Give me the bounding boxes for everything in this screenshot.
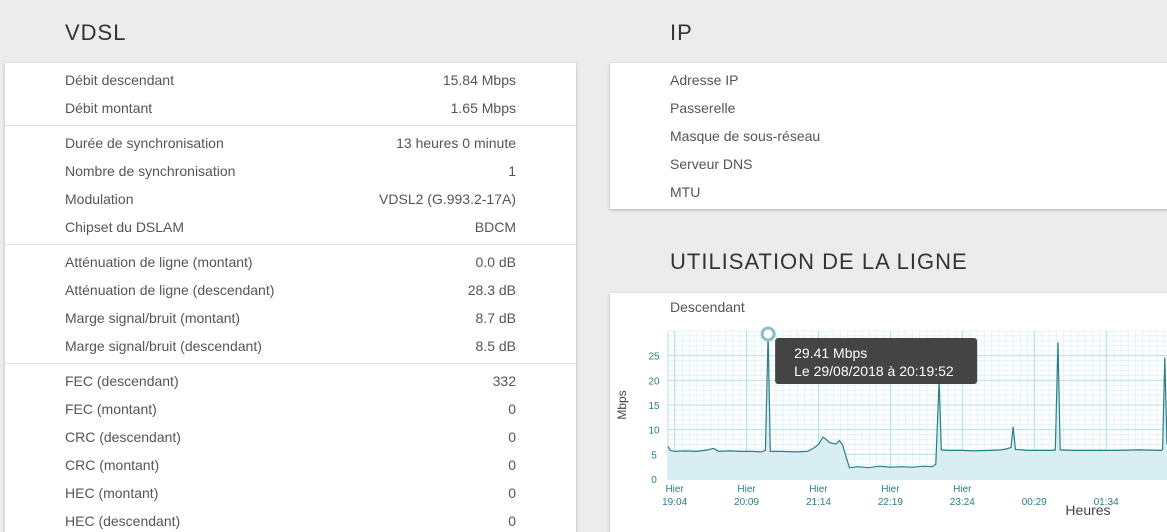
vdsl-row-value: 1 (508, 163, 516, 179)
y-tick-label: 0 (651, 475, 657, 486)
ip-card: Adresse IP Passerelle Masque de sous-résea… (610, 63, 1167, 209)
vdsl-row-value: 13 heures 0 minute (396, 135, 516, 151)
vdsl-row: CRC (descendant) 0 (5, 423, 576, 451)
ip-row-label: Serveur DNS (670, 156, 753, 172)
vdsl-row-label: Débit descendant (65, 72, 174, 88)
vdsl-group: Débit descendant 15.84 Mbps Débit montant 1… (5, 63, 576, 125)
vdsl-row: Modulation VDSL2 (G.993.2-17A) (5, 185, 576, 213)
x-tick-label: Hier (737, 484, 756, 495)
vdsl-row: Chipset du DSLAM BDCM (5, 213, 576, 241)
vdsl-row-label: Débit montant (65, 100, 153, 116)
x-tick-label: Hier (809, 484, 828, 495)
vdsl-group: FEC (descendant) 332 FEC (montant) 0 CRC (de… (5, 363, 576, 532)
vdsl-row: Atténuation de ligne (montant) 0.0 dB (5, 248, 576, 276)
vdsl-row-label: Chipset du DSLAM (65, 219, 185, 235)
vdsl-row-value: 0 (508, 513, 516, 529)
ip-group: Adresse IP Passerelle Masque de sous-résea… (610, 63, 1167, 209)
x-axis-label: Heures (1065, 502, 1110, 518)
vdsl-row-label: HEC (descendant) (65, 513, 181, 529)
x-tick-label: 22:19 (878, 497, 903, 508)
highlight-point (760, 326, 776, 342)
vdsl-row-value: 332 (492, 373, 516, 389)
vdsl-row-label: FEC (montant) (65, 401, 157, 417)
y-tick-label: 5 (651, 450, 657, 461)
vdsl-row: FEC (descendant) 332 (5, 367, 576, 395)
ip-row: Passerelle (610, 94, 1167, 122)
vdsl-row-value: 8.7 dB (475, 310, 516, 326)
y-tick-label: 10 (648, 426, 660, 437)
vdsl-row-value: 1.65 Mbps (450, 100, 516, 116)
vdsl-row-value: 8.5 dB (475, 338, 516, 354)
vdsl-row: Durée de synchronisation 13 heures 0 minu… (5, 129, 576, 157)
ip-row-label: MTU (670, 184, 701, 200)
vdsl-row: HEC (descendant) 0 (5, 507, 576, 532)
x-tick-label: 00:29 (1022, 497, 1047, 508)
y-tick-label: 25 (648, 352, 660, 363)
x-tick-label: Hier (953, 484, 972, 495)
vdsl-row: Débit descendant 15.84 Mbps (5, 66, 576, 94)
vdsl-row-label: FEC (descendant) (65, 373, 179, 389)
x-tick-label: Hier (881, 484, 900, 495)
x-tick-label: 21:14 (806, 497, 831, 508)
vdsl-row-label: Marge signal/bruit (descendant) (65, 338, 262, 354)
vdsl-row-label: Atténuation de ligne (montant) (65, 254, 253, 270)
vdsl-row-value: 0 (508, 429, 516, 445)
x-tick-label: 19:04 (662, 497, 687, 508)
vdsl-row-value: 28.3 dB (467, 282, 516, 298)
vdsl-group: Durée de synchronisation 13 heures 0 minu… (5, 125, 576, 244)
vdsl-row: Atténuation de ligne (descendant) 28.3 dB (5, 276, 576, 304)
vdsl-row-label: HEC (montant) (65, 485, 159, 501)
vdsl-row-value: 0 (508, 401, 516, 417)
ip-row-label: Adresse IP (670, 72, 739, 88)
ip-row: Adresse IP (610, 66, 1167, 94)
y-tick-label: 20 (648, 376, 660, 387)
vdsl-row-label: Modulation (65, 191, 134, 207)
vdsl-row-value: 0 (508, 485, 516, 501)
vdsl-row: CRC (montant) 0 (5, 451, 576, 479)
tooltip-date: Le 29/08/2018 à 20:19:52 (794, 363, 954, 379)
vdsl-row-label: Durée de synchronisation (65, 135, 224, 151)
ip-title: IP (670, 20, 693, 45)
vdsl-row-label: CRC (montant) (65, 457, 160, 473)
vdsl-row-label: CRC (descendant) (65, 429, 181, 445)
vdsl-row: Marge signal/bruit (montant) 8.7 dB (5, 304, 576, 332)
vdsl-card: Débit descendant 15.84 Mbps Débit montant 1… (5, 63, 576, 532)
vdsl-row-value: 15.84 Mbps (442, 72, 516, 88)
ip-row: MTU (610, 178, 1167, 206)
tooltip-value: 29.41 Mbps (794, 345, 867, 361)
vdsl-group: Atténuation de ligne (montant) 0.0 dB Atté… (5, 244, 576, 363)
vdsl-row: Nombre de synchronisation 1 (5, 157, 576, 185)
usage-title: UTILISATION DE LA LIGNE (670, 249, 968, 274)
vdsl-row-label: Marge signal/bruit (montant) (65, 310, 241, 326)
vdsl-title: VDSL (65, 20, 127, 45)
ip-row-label: Passerelle (670, 100, 736, 116)
x-tick-label: 20:09 (734, 497, 759, 508)
usage-card: Descendant 0 5 10 15 20 25 Hier 19:04 Hier 20:09 H… (610, 293, 1167, 532)
y-axis-label: Mbps (615, 390, 629, 419)
vdsl-row-label: Nombre de synchronisation (65, 163, 236, 179)
vdsl-row-label: Atténuation de ligne (descendant) (65, 282, 275, 298)
y-tick-label: 15 (648, 401, 660, 412)
vdsl-row-value: BDCM (474, 219, 516, 235)
ip-row-label: Masque de sous-réseau (670, 128, 821, 144)
vdsl-row-value: VDSL2 (G.993.2-17A) (379, 191, 516, 207)
x-tick-label: Hier (665, 484, 684, 495)
x-tick-label: 23:24 (950, 497, 975, 508)
vdsl-row: Marge signal/bruit (descendant) 8.5 dB (5, 332, 576, 360)
ip-row: Masque de sous-réseau (610, 122, 1167, 150)
vdsl-row-value: 0 (508, 457, 516, 473)
ip-row: Serveur DNS (610, 150, 1167, 178)
vdsl-row-value: 0.0 dB (475, 254, 516, 270)
vdsl-row: HEC (montant) 0 (5, 479, 576, 507)
vdsl-row: FEC (montant) 0 (5, 395, 576, 423)
vdsl-row: Débit montant 1.65 Mbps (5, 94, 576, 122)
downstream-chart: 0 5 10 15 20 25 Hier 19:04 Hier 20:09 Hier 21:14 Hie… (615, 326, 1167, 518)
